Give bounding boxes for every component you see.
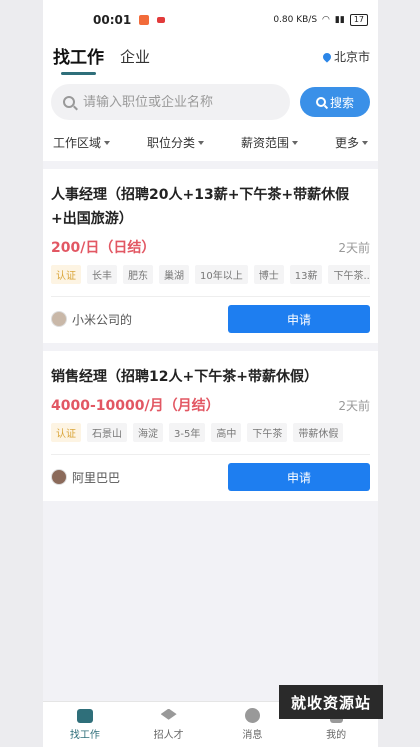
wifi-icon: ◠	[322, 15, 330, 25]
header: 找工作 企业 北京市 搜索 工作区域 职位分类 薪资范围 更多	[43, 40, 378, 161]
job-list: 人事经理（招聘20人+13薪+下午茶+带薪休假+出国旅游） 200/日（日结） …	[43, 161, 378, 501]
divider	[51, 296, 370, 297]
city-label: 北京市	[333, 50, 370, 64]
posted-time: 2天前	[338, 398, 370, 413]
job-tag: 10年以上	[195, 265, 248, 284]
tab-recruit-nav[interactable]: 招人才	[127, 702, 211, 747]
job-card[interactable]: 人事经理（招聘20人+13薪+下午茶+带薪休假+出国旅游） 200/日（日结） …	[43, 169, 378, 343]
tab-find-jobs[interactable]: 找工作	[51, 43, 106, 75]
location-pin-icon	[321, 50, 333, 63]
filter-area[interactable]: 工作区域	[53, 134, 111, 151]
app-notification-icon	[139, 15, 150, 25]
filter-category[interactable]: 职位分类	[147, 134, 204, 151]
status-bar: 00:01 0.80 KB/S ◠ ▮▮ 17	[43, 0, 378, 40]
job-tag: 巢湖	[159, 265, 189, 284]
battery-icon: 17	[349, 14, 368, 26]
company-avatar	[51, 311, 67, 327]
job-tags: 认证 长丰 肥东 巢湖 10年以上 博士 13薪 下午茶...	[51, 265, 370, 284]
briefcase-icon	[76, 708, 93, 723]
city-selector[interactable]: 北京市	[321, 48, 370, 65]
filter-more[interactable]: 更多	[335, 134, 368, 151]
job-salary: 4000-10000/月（月结）	[51, 398, 220, 414]
verified-tag: 认证	[51, 423, 81, 442]
job-tag: 13薪	[289, 265, 323, 284]
caret-down-icon	[291, 140, 298, 145]
filter-label: 薪资范围	[240, 136, 289, 150]
job-tags: 认证 石景山 海淀 3-5年 高中 下午茶 带薪休假	[51, 423, 370, 442]
search-input[interactable]	[83, 94, 278, 110]
caret-down-icon	[104, 140, 111, 145]
app-frame: 00:01 0.80 KB/S ◠ ▮▮ 17 找工作 企业 北京市 请输入职位…	[43, 0, 378, 747]
search-icon	[63, 96, 75, 108]
job-tag: 海淀	[133, 423, 163, 442]
job-card[interactable]: 销售经理（招聘12人+下午茶+带薪休假） 4000-10000/月（月结） 2天…	[43, 351, 378, 501]
company-link[interactable]: 小米公司的	[51, 311, 132, 328]
tab-label: 找工作	[69, 729, 100, 741]
job-tag: 下午茶...	[328, 265, 370, 284]
search-button-label: 搜索	[329, 95, 354, 110]
filter-bar: 工作区域 职位分类 薪资范围 更多	[51, 120, 370, 161]
job-tag: 博士	[253, 265, 284, 284]
apply-button[interactable]: 申请	[228, 463, 370, 491]
verified-tag: 认证	[51, 265, 81, 284]
filter-label: 工作区域	[53, 136, 102, 150]
divider	[51, 454, 370, 455]
flag-notification-icon	[157, 17, 166, 23]
job-tag: 肥东	[123, 265, 153, 284]
graduation-cap-icon	[160, 708, 177, 720]
apply-button[interactable]: 申请	[228, 305, 370, 333]
job-tag: 高中	[211, 423, 242, 442]
filter-label: 职位分类	[146, 136, 195, 150]
job-tag: 3-5年	[169, 423, 206, 442]
company-link[interactable]: 阿里巴巴	[51, 469, 120, 486]
company-name: 阿里巴巴	[72, 470, 121, 485]
job-tag: 长丰	[87, 265, 117, 284]
company-name: 小米公司的	[72, 312, 133, 327]
filter-salary[interactable]: 薪资范围	[241, 134, 298, 151]
search-bar[interactable]	[51, 84, 290, 120]
tab-label: 我的	[326, 729, 347, 741]
job-salary: 200/日（日结）	[51, 240, 156, 256]
net-speed: 0.80 KB/S	[273, 15, 318, 25]
filter-label: 更多	[334, 136, 359, 150]
job-tag: 下午茶	[247, 423, 288, 442]
job-tag: 带薪休假	[293, 423, 344, 442]
job-title: 销售经理（招聘12人+下午茶+带薪休假）	[51, 369, 318, 385]
tab-companies[interactable]: 企业	[120, 46, 150, 67]
job-title: 人事经理（招聘20人+13薪+下午茶+带薪休假+出国旅游）	[51, 187, 350, 227]
caret-down-icon	[198, 140, 204, 145]
search-icon	[315, 97, 326, 107]
signal-icon: ▮▮	[334, 15, 345, 25]
tab-label: 消息	[242, 730, 263, 741]
search-button[interactable]: 搜索	[300, 87, 370, 117]
tab-find-jobs-nav[interactable]: 找工作	[43, 702, 127, 747]
clock: 00:01	[93, 13, 132, 27]
posted-time: 2天前	[338, 240, 370, 255]
company-avatar	[51, 469, 67, 485]
tab-label: 招人才	[153, 729, 184, 741]
watermark: 就收资源站	[279, 685, 383, 719]
chat-icon	[244, 708, 260, 723]
job-tag: 石景山	[87, 423, 127, 442]
caret-down-icon	[361, 140, 368, 145]
